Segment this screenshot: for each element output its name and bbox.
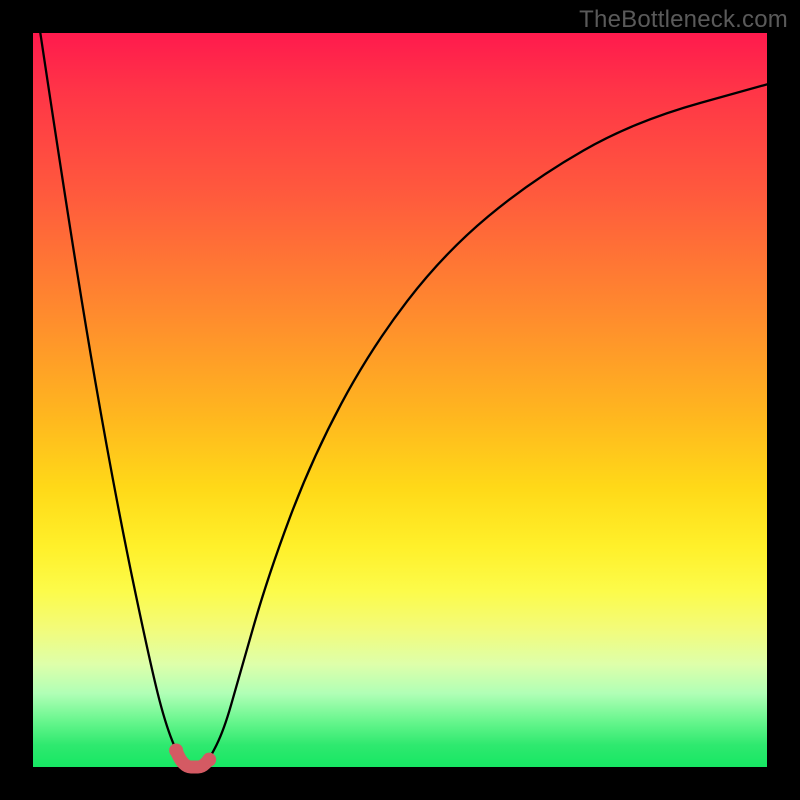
- optimal-range-endpoint-left: [169, 743, 183, 757]
- watermark-text: TheBottleneck.com: [579, 6, 788, 34]
- chart-svg: [33, 33, 767, 767]
- chart-frame: TheBottleneck.com: [0, 0, 800, 800]
- optimal-range-endpoint-right: [202, 753, 216, 767]
- bottleneck-curve: [40, 33, 767, 767]
- chart-plot-area: [33, 33, 767, 767]
